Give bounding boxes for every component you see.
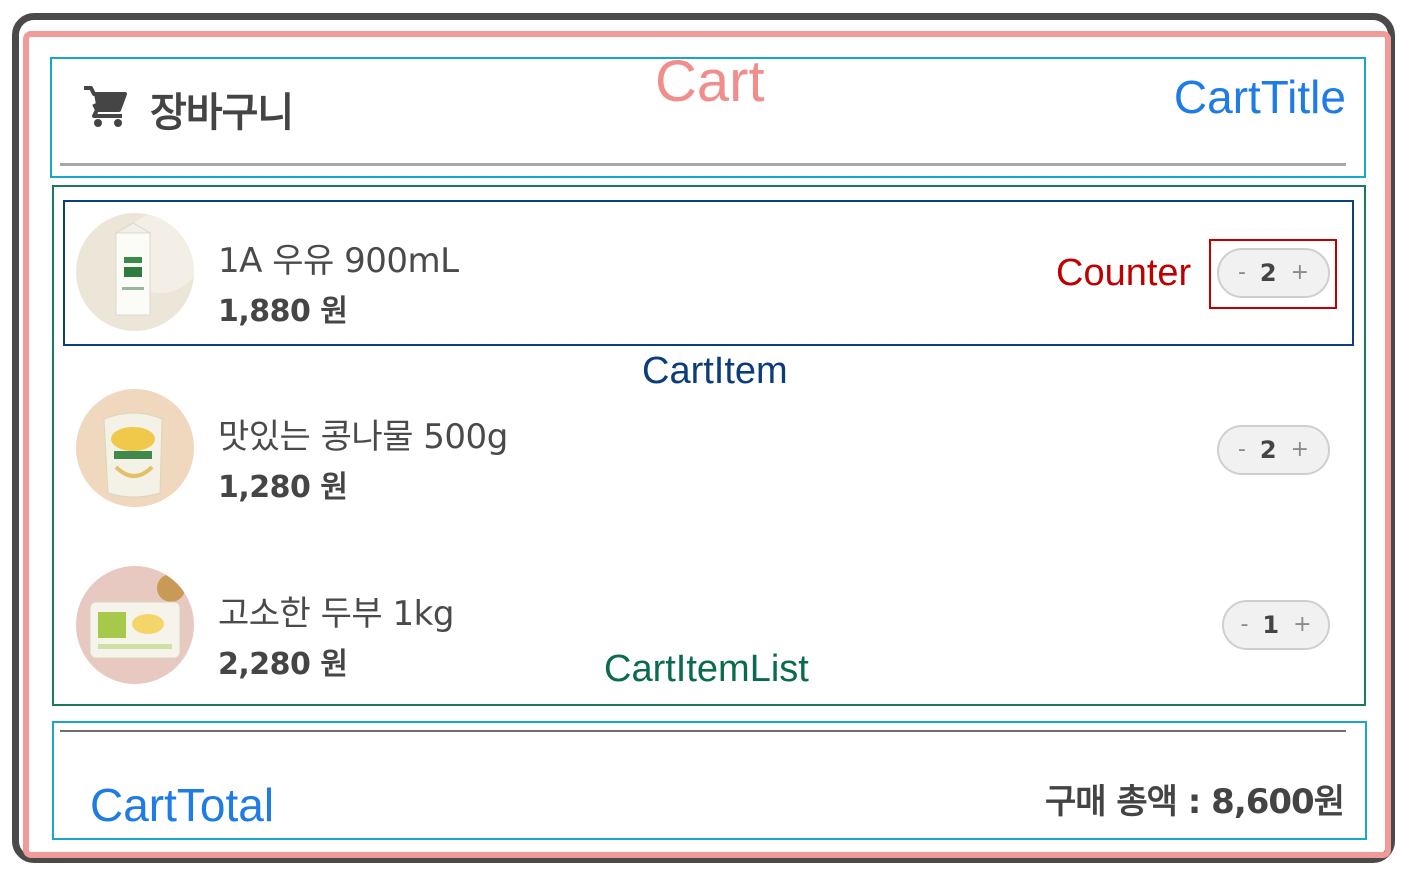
product-thumbnail-milk — [76, 213, 194, 331]
cart-item-name: 고소한 두부 1kg — [218, 594, 454, 634]
counter-component-box — [1209, 239, 1337, 309]
cart-total-divider — [60, 730, 1346, 732]
cart-title-divider — [60, 163, 1346, 166]
decrease-button[interactable]: - — [1240, 614, 1248, 636]
annotation-label-cart-item: CartItem — [642, 350, 788, 392]
cart-item-price: 1,280 원 — [218, 470, 348, 505]
annotation-label-counter: Counter — [1056, 252, 1192, 294]
shopping-cart-icon — [84, 86, 127, 127]
cart-item-name: 1A 우유 900mL — [218, 241, 459, 281]
quantity-counter: - 2 + — [1217, 425, 1330, 475]
annotation-label-cart-total: CartTotal — [90, 779, 275, 831]
product-thumbnail-bean-sprouts — [76, 389, 194, 507]
product-thumbnail-tofu — [76, 566, 194, 684]
cart-item: 맛있는 콩나물 500g 1,280 원 - 2 + — [76, 389, 1336, 509]
quantity-counter: - 1 + — [1222, 600, 1330, 650]
annotation-label-cart-title: CartTitle — [1173, 71, 1346, 123]
increase-button[interactable]: + — [1291, 439, 1309, 461]
decrease-button[interactable]: - — [1238, 439, 1246, 461]
cart-item-price: 1,880 원 — [218, 294, 348, 329]
annotation-label-cart-item-list: CartItemList — [604, 648, 809, 690]
cart-item-name: 맛있는 콩나물 500g — [218, 417, 508, 457]
cart-title: 장바구니 — [150, 90, 294, 136]
quantity-value: 2 — [1259, 436, 1277, 464]
cart-item-price: 2,280 원 — [218, 647, 348, 682]
cart-total-amount: 구매 총액 : 8,600원 — [1044, 782, 1345, 822]
quantity-value: 1 — [1262, 611, 1280, 639]
increase-button[interactable]: + — [1293, 614, 1311, 636]
annotation-label-cart: Cart — [655, 49, 765, 114]
